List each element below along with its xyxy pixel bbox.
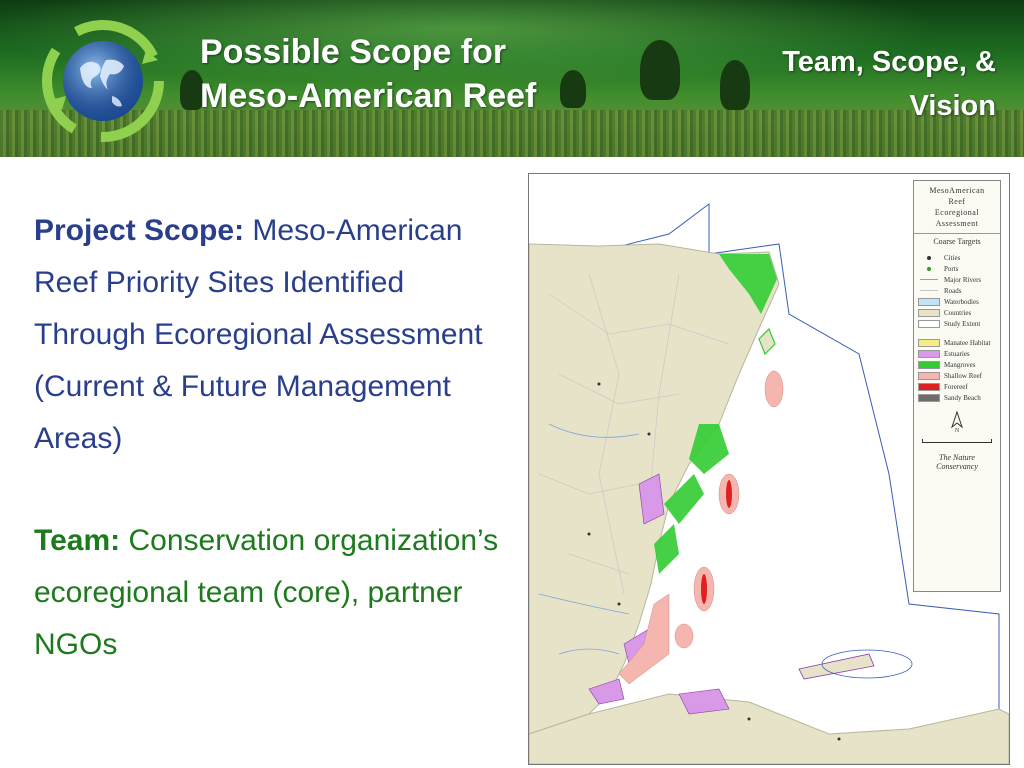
slide-body: Project Scope: Meso-American Reef Priori… <box>34 205 504 671</box>
legend-swatch <box>918 360 940 369</box>
legend-swatch <box>918 393 940 402</box>
legend-subtitle: Coarse Targets <box>914 233 1000 246</box>
legend-item-label: Shallow Reef <box>944 371 982 380</box>
title-line-1: Possible Scope for <box>200 33 507 71</box>
legend-item: Waterbodies <box>914 296 1000 307</box>
legend-swatch <box>918 371 940 380</box>
section-line-1: Team, Scope, & <box>782 46 996 78</box>
legend-swatch <box>918 265 940 273</box>
legend-item: Mangroves <box>914 359 1000 370</box>
org-name-line: Conservancy <box>936 462 978 471</box>
legend-item-label: Countries <box>944 308 972 317</box>
legend-items: Cities Ports Major Rivers Roads Waterbodies C… <box>914 252 1000 403</box>
legend-swatch <box>918 297 940 306</box>
legend-item-label: Cities <box>944 253 961 262</box>
svg-text:N: N <box>955 428 960 433</box>
map-legend: MesoAmerican Reef Ecoregional Assessment… <box>913 180 1001 592</box>
scale-bar <box>922 439 992 443</box>
legend-item: Countries <box>914 307 1000 318</box>
legend-item-label: Manatee Habitat <box>944 338 991 347</box>
legend-item-label: Mangroves <box>944 360 976 369</box>
legend-title-line: Assessment <box>935 219 979 228</box>
recycling-globe-logo-icon <box>42 20 164 142</box>
legend-item-label: Major Rivers <box>944 275 982 284</box>
legend-title-line: Reef <box>948 197 966 206</box>
legend-swatch <box>918 382 940 391</box>
legend-title-line: MesoAmerican <box>929 186 985 195</box>
legend-item: Manatee Habitat <box>914 337 1000 348</box>
legend-item: Study Extent <box>914 318 1000 329</box>
legend-swatch <box>918 349 940 358</box>
legend-item: Forereef <box>914 381 1000 392</box>
org-name-line: The Nature <box>939 453 975 462</box>
legend-item: Shallow Reef <box>914 370 1000 381</box>
legend-swatch <box>918 319 940 328</box>
legend-item: Sandy Beach <box>914 392 1000 403</box>
legend-swatch <box>918 308 940 317</box>
legend-item: Estuaries <box>914 348 1000 359</box>
north-arrow-icon: N <box>914 410 1000 435</box>
section-title: Team, Scope, & Vision <box>676 40 996 128</box>
project-scope-label: Project Scope: <box>34 214 245 247</box>
legend-item-label: Study Extent <box>944 319 981 328</box>
legend-item-label: Roads <box>944 286 962 295</box>
legend-swatch <box>918 254 940 262</box>
legend-item-label: Sandy Beach <box>944 393 981 402</box>
legend-item: Cities <box>914 252 1000 263</box>
legend-title: MesoAmerican Reef Ecoregional Assessment <box>914 181 1000 229</box>
project-scope-subtext: (Current & Future Management Areas) <box>34 370 451 455</box>
legend-item-label: Forereef <box>944 382 968 391</box>
team-label: Team: <box>34 524 121 557</box>
reef-assessment-map: MesoAmerican Reef Ecoregional Assessment… <box>528 173 1010 765</box>
legend-title-line: Ecoregional <box>934 208 980 217</box>
header-banner: Possible Scope for Meso-American Reef Te… <box>0 0 1024 157</box>
legend-item-label: Waterbodies <box>944 297 979 306</box>
org-logo: The Nature Conservancy <box>914 453 1000 471</box>
legend-swatch <box>918 338 940 347</box>
legend-swatch <box>918 287 940 295</box>
legend-item-label: Estuaries <box>944 349 970 358</box>
project-scope-paragraph: Project Scope: Meso-American Reef Priori… <box>34 205 504 465</box>
legend-item-label: Ports <box>944 264 959 273</box>
team-paragraph: Team: Conservation organization’s ecoreg… <box>34 515 504 671</box>
legend-item: Major Rivers <box>914 274 1000 285</box>
section-line-2: Vision <box>909 90 997 122</box>
legend-item: Ports <box>914 263 1000 274</box>
legend-swatch <box>918 276 940 284</box>
legend-item: Roads <box>914 285 1000 296</box>
title-line-2: Meso-American Reef <box>200 77 537 115</box>
slide-title: Possible Scope for Meso-American Reef <box>200 30 660 118</box>
